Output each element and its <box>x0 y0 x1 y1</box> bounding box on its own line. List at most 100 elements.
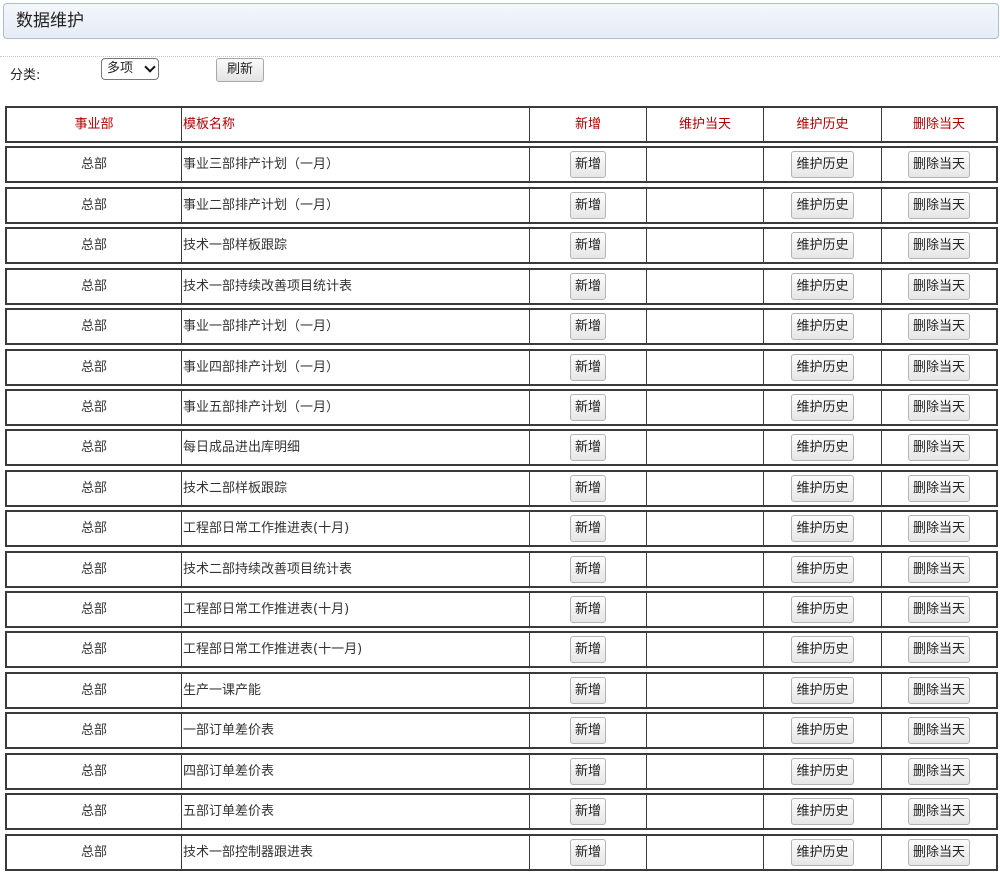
history-cell: 维护历史 <box>763 229 881 263</box>
delete-cell: 删除当天 <box>881 390 996 424</box>
maintain-history-button[interactable]: 维护历史 <box>791 676 854 704</box>
delete-today-button[interactable]: 删除当天 <box>907 515 970 543</box>
category-select-value: 多项 <box>107 61 134 76</box>
delete-today-button[interactable]: 删除当天 <box>907 798 970 826</box>
maintain-history-button[interactable]: 维护历史 <box>791 474 854 502</box>
maintain-history-button[interactable]: 维护历史 <box>791 757 854 785</box>
add-button[interactable]: 新增 <box>569 838 606 866</box>
maintain-history-button[interactable]: 维护历史 <box>791 717 854 745</box>
header-dept: 事业部 <box>74 117 114 132</box>
maintain-history-button[interactable]: 维护历史 <box>791 838 854 866</box>
delete-today-button[interactable]: 删除当天 <box>907 596 970 624</box>
delete-today-button[interactable]: 删除当天 <box>907 353 970 381</box>
delete-today-button[interactable]: 删除当天 <box>907 555 970 583</box>
table-row: 总部 技术一部样板跟踪 新增 维护历史 删除当天 <box>5 227 998 265</box>
delete-today-button[interactable]: 删除当天 <box>907 151 970 179</box>
table-row: 总部 四部订单差价表 新增 维护历史 删除当天 <box>5 752 998 790</box>
add-button[interactable]: 新增 <box>569 515 606 543</box>
delete-today-button[interactable]: 删除当天 <box>907 676 970 704</box>
add-cell: 新增 <box>529 431 646 465</box>
maintain-history-button[interactable]: 维护历史 <box>791 191 854 219</box>
delete-today-button[interactable]: 删除当天 <box>907 191 970 219</box>
add-cell: 新增 <box>529 552 646 586</box>
add-button[interactable]: 新增 <box>569 676 606 704</box>
delete-today-button[interactable]: 删除当天 <box>907 838 970 866</box>
add-button[interactable]: 新增 <box>569 636 606 664</box>
maintain-today-cell <box>646 835 763 869</box>
table-row: 总部 事业五部排产计划（一月） 新增 维护历史 删除当天 <box>5 388 998 426</box>
add-cell: 新增 <box>529 754 646 788</box>
refresh-button[interactable]: 刷新 <box>216 58 264 82</box>
add-button[interactable]: 新增 <box>569 353 606 381</box>
add-cell: 新增 <box>529 269 646 303</box>
delete-today-button[interactable]: 删除当天 <box>907 313 970 341</box>
add-button[interactable]: 新增 <box>569 272 606 300</box>
template-name-cell: 五部订单差价表 <box>181 795 529 829</box>
history-cell: 维护历史 <box>763 673 881 707</box>
maintain-today-cell <box>646 512 763 546</box>
maintain-history-button[interactable]: 维护历史 <box>791 798 854 826</box>
add-button[interactable]: 新增 <box>569 596 606 624</box>
delete-today-button[interactable]: 删除当天 <box>907 272 970 300</box>
header-template: 模板名称 <box>181 108 529 141</box>
delete-today-button[interactable]: 删除当天 <box>907 393 970 421</box>
table-row: 总部 技术二部样板跟踪 新增 维护历史 删除当天 <box>5 469 998 507</box>
add-button[interactable]: 新增 <box>569 393 606 421</box>
add-button[interactable]: 新增 <box>569 191 606 219</box>
add-button[interactable]: 新增 <box>569 313 606 341</box>
maintain-history-button[interactable]: 维护历史 <box>791 232 854 260</box>
delete-cell: 删除当天 <box>881 188 996 222</box>
maintain-today-cell <box>646 350 763 384</box>
dept-cell: 总部 <box>80 642 107 658</box>
add-button[interactable]: 新增 <box>569 434 606 462</box>
delete-today-button[interactable]: 删除当天 <box>907 636 970 664</box>
dept-cell: 总部 <box>80 440 107 456</box>
maintain-history-button[interactable]: 维护历史 <box>791 596 854 624</box>
maintain-history-button[interactable]: 维护历史 <box>791 272 854 300</box>
delete-today-button[interactable]: 删除当天 <box>907 717 970 745</box>
template-name-cell: 事业二部排产计划（一月） <box>181 188 529 222</box>
add-cell: 新增 <box>529 310 646 344</box>
add-cell: 新增 <box>529 188 646 222</box>
maintain-history-button[interactable]: 维护历史 <box>791 434 854 462</box>
template-name-cell: 技术一部持续改善项目统计表 <box>181 269 529 303</box>
maintain-history-button[interactable]: 维护历史 <box>791 353 854 381</box>
dept-cell: 总部 <box>80 319 107 335</box>
delete-cell: 删除当天 <box>881 593 996 627</box>
add-button[interactable]: 新增 <box>569 798 606 826</box>
add-button[interactable]: 新增 <box>569 555 606 583</box>
maintain-today-cell <box>646 431 763 465</box>
dept-cell: 总部 <box>80 399 107 415</box>
header-maintain-history: 维护历史 <box>763 108 881 141</box>
maintain-history-button[interactable]: 维护历史 <box>791 515 854 543</box>
add-button[interactable]: 新增 <box>569 232 606 260</box>
history-cell: 维护历史 <box>763 188 881 222</box>
delete-cell: 删除当天 <box>881 148 996 182</box>
history-cell: 维护历史 <box>763 795 881 829</box>
delete-today-button[interactable]: 删除当天 <box>907 232 970 260</box>
maintain-history-button[interactable]: 维护历史 <box>791 151 854 179</box>
delete-today-button[interactable]: 删除当天 <box>907 757 970 785</box>
header-add: 新增 <box>529 108 646 141</box>
maintain-history-button[interactable]: 维护历史 <box>791 555 854 583</box>
delete-today-button[interactable]: 删除当天 <box>907 434 970 462</box>
add-button[interactable]: 新增 <box>569 151 606 179</box>
maintain-today-cell <box>646 593 763 627</box>
add-cell: 新增 <box>529 148 646 182</box>
add-button[interactable]: 新增 <box>569 757 606 785</box>
delete-today-button[interactable]: 删除当天 <box>907 474 970 502</box>
maintain-history-button[interactable]: 维护历史 <box>791 636 854 664</box>
table-body: 总部 事业三部排产计划（一月） 新增 维护历史 删除当天 总部 事业二部排产计划（一月） 新增… <box>5 146 998 871</box>
history-cell: 维护历史 <box>763 714 881 748</box>
delete-cell: 删除当天 <box>881 269 996 303</box>
maintain-history-button[interactable]: 维护历史 <box>791 393 854 421</box>
history-cell: 维护历史 <box>763 593 881 627</box>
add-button[interactable]: 新增 <box>569 717 606 745</box>
category-select[interactable]: 多项 <box>101 58 159 80</box>
table-row: 总部 技术二部持续改善项目统计表 新增 维护历史 删除当天 <box>5 550 998 588</box>
history-cell: 维护历史 <box>763 350 881 384</box>
add-button[interactable]: 新增 <box>569 474 606 502</box>
table-header-row: 事业部 模板名称 新增 维护当天 维护历史 删除当天 <box>5 106 998 143</box>
category-label: 分类: <box>10 68 41 83</box>
maintain-history-button[interactable]: 维护历史 <box>791 313 854 341</box>
